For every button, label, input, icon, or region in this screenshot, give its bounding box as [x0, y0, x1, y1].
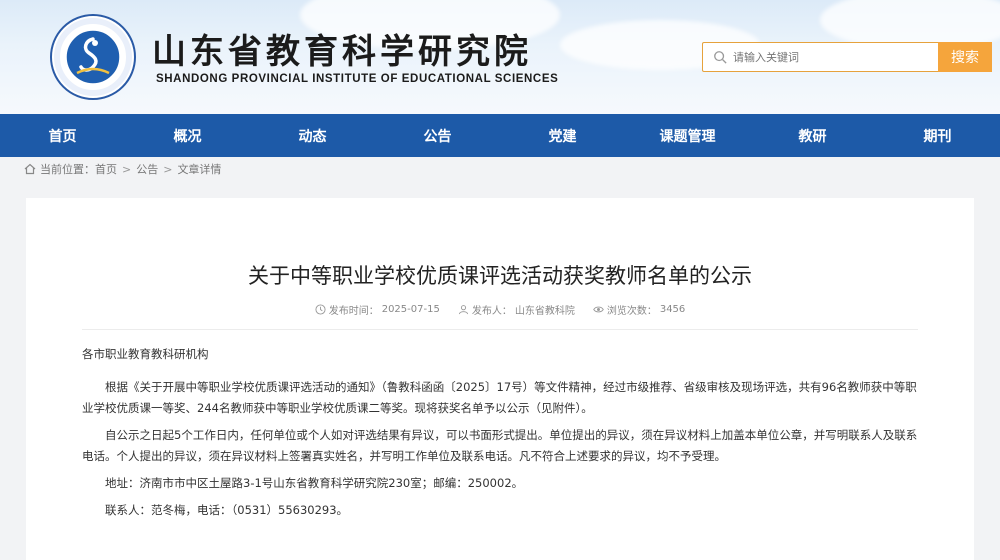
search-icon: [714, 51, 727, 64]
search-input[interactable]: [733, 50, 913, 64]
views-count: 3456: [659, 304, 686, 315]
publish-date: 2025-07-15: [381, 304, 440, 315]
breadcrumb: 当前位置： 首页 > 公告 > 文章详情: [24, 160, 221, 178]
article-paragraph: 根据《关于开展中等职业学校优质课评选活动的通知》（鲁教科函函〔2025〕17号）…: [82, 380, 917, 415]
article-body: 各市职业教育教科研机构 根据《关于开展中等职业学校优质课评选活动的通知》（鲁教科…: [82, 344, 922, 527]
site-title: 山东省教育科学研究院: [152, 32, 532, 72]
breadcrumb-prefix: 当前位置：: [40, 163, 95, 176]
clock-icon: [315, 304, 326, 315]
article-paragraph: 联系人：范冬梅，电话：（0531）55630293。: [105, 503, 349, 517]
nav-item-teaching-research[interactable]: 教研: [750, 114, 875, 157]
site-subtitle: SHANDONG PROVINCIAL INSTITUTE OF EDUCATI…: [156, 73, 559, 85]
site-header: 山东省教育科学研究院 SHANDONG PROVINCIAL INSTITUTE…: [0, 0, 1000, 114]
article-title: 关于中等职业学校优质课评选活动获奖教师名单的公示: [248, 264, 752, 288]
breadcrumb-current: 文章详情: [177, 163, 222, 176]
publisher-label: 发布人：: [471, 306, 512, 317]
breadcrumb-separator: >: [163, 162, 173, 176]
eye-icon: [593, 306, 604, 313]
nav-item-home[interactable]: 首页: [0, 114, 125, 157]
search-button[interactable]: 搜索: [938, 42, 992, 72]
home-icon: [24, 163, 36, 175]
meta-publish-date: 发布时间： 2025-07-15: [315, 302, 440, 317]
article-salutation: 各市职业教育教科研机构: [82, 347, 209, 361]
views-label: 浏览次数：: [606, 306, 657, 317]
nav-item-party-building[interactable]: 党建: [500, 114, 625, 157]
nav-item-overview[interactable]: 概况: [125, 114, 250, 157]
main-nav: 首页 概况 动态 公告 党建 课题管理 教研 期刊: [0, 114, 1000, 157]
user-icon: [458, 305, 468, 315]
breadcrumb-section-link[interactable]: 公告: [136, 161, 158, 177]
nav-item-journals[interactable]: 期刊: [875, 114, 1000, 157]
logo-ring: [54, 18, 132, 96]
breadcrumb-home-link[interactable]: 首页: [95, 161, 117, 177]
meta-publisher: 发布人： 山东省教科院: [458, 302, 575, 317]
site-logo[interactable]: [50, 14, 136, 100]
article-paragraph: 自公示之日起5个工作日内，任何单位或个人如对评选结果有异议，可以书面形式提出。单…: [82, 428, 918, 463]
meta-views: 浏览次数： 3456: [593, 302, 685, 317]
publish-date-label: 发布时间：: [328, 306, 379, 317]
article-panel: 关于中等职业学校优质课评选活动获奖教师名单的公示 发布时间： 2025-07-1…: [26, 198, 974, 560]
breadcrumb-separator: >: [122, 162, 132, 176]
article-meta: 发布时间： 2025-07-15 发布人： 山东省教科院 浏览次数： 3456: [26, 302, 974, 317]
divider: [82, 329, 918, 330]
nav-item-news[interactable]: 动态: [250, 114, 375, 157]
nav-item-announcements[interactable]: 公告: [375, 114, 500, 157]
article-paragraph: 地址：济南市市中区土屋路3-1号山东省教育科学研究院230室；邮编：250002…: [105, 476, 524, 490]
publisher: 山东省教科院: [514, 306, 575, 317]
search-box[interactable]: [702, 42, 938, 72]
nav-item-project-management[interactable]: 课题管理: [625, 114, 750, 157]
